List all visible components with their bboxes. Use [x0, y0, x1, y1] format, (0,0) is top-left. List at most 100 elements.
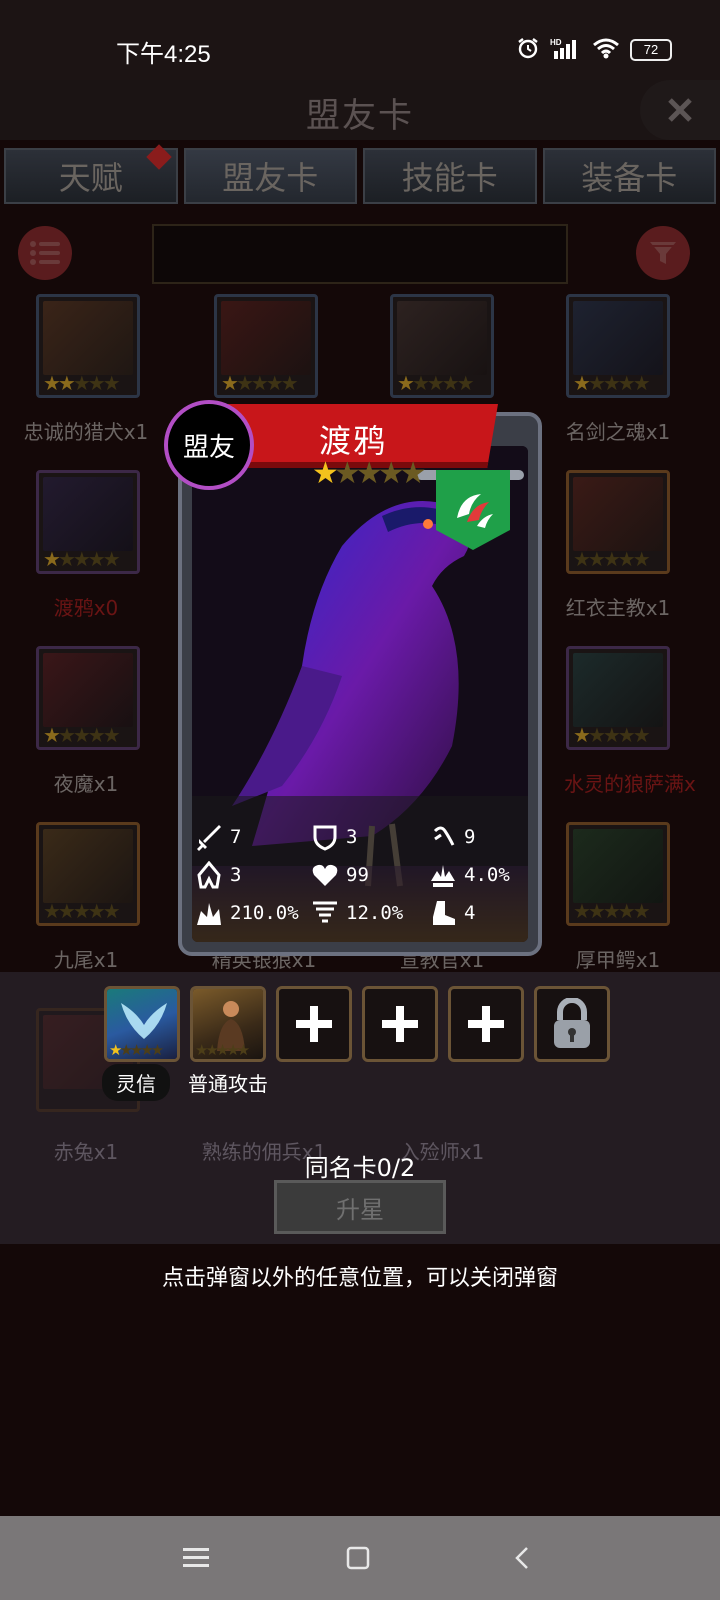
- card-armored-croc[interactable]: ★★★★★: [566, 822, 670, 926]
- card-knight[interactable]: ★★★★★: [390, 294, 494, 398]
- tab-equipment-cards[interactable]: 装备卡: [542, 148, 716, 204]
- list-icon: [30, 241, 60, 265]
- skill-stars: ★★★★★: [195, 1041, 250, 1059]
- back-icon: [515, 1547, 528, 1569]
- page-title: 盟友卡: [306, 96, 414, 136]
- boot-icon: [428, 898, 458, 928]
- tab-label: 装备卡: [581, 159, 678, 197]
- ally-type-badge: 盟友: [164, 400, 254, 490]
- tab-label: 技能卡: [401, 159, 498, 197]
- card-label: 水灵的狼萨满x: [564, 772, 696, 796]
- notification-badge: [145, 144, 172, 170]
- stat-defense: 3: [310, 822, 357, 852]
- card-stars: ★★★★★: [43, 371, 121, 395]
- card-label: 忠诚的猎犬x1: [23, 420, 149, 444]
- status-time: 下午4:25: [116, 41, 211, 68]
- home-icon: [346, 1546, 370, 1570]
- stats-panel: 7 3 9 3 99 4.0% 210.0% 12.0% 4: [190, 812, 530, 942]
- plus-icon: [468, 1006, 504, 1042]
- card-cardinal[interactable]: ★★★★★: [566, 470, 670, 574]
- stat-dodge: 9: [428, 822, 475, 852]
- stat-speed: 4: [428, 898, 475, 928]
- card-label: 渡鸦x0: [53, 596, 119, 620]
- card-stars: ★★★★★: [573, 547, 651, 571]
- status-icons: HD 72: [516, 36, 672, 64]
- stat-crit-rate: 4.0%: [428, 860, 510, 890]
- skill-label: 灵信: [102, 1064, 170, 1101]
- list-button[interactable]: [18, 226, 72, 280]
- card-stars: ★★★★★: [43, 723, 121, 747]
- card-stars: ★★★★★: [221, 371, 299, 395]
- card-wolf-shaman[interactable]: ★★★★★: [566, 646, 670, 750]
- card-raven[interactable]: ★★★★★: [36, 470, 140, 574]
- claw-icon: [457, 494, 493, 528]
- card-label: 夜魔x1: [53, 772, 119, 796]
- crit-damage-icon: [194, 898, 224, 928]
- ally-stars: ★★★★★: [312, 456, 427, 491]
- card-label: 名剑之魂x1: [565, 420, 671, 444]
- close-button[interactable]: [640, 80, 720, 140]
- page-header: 盟友卡: [0, 80, 720, 140]
- tab-ally-cards[interactable]: 盟友卡: [183, 148, 357, 204]
- filter-icon: [650, 242, 676, 264]
- system-nav-bar: [0, 1516, 720, 1600]
- card-stars: ★★★★★: [397, 371, 475, 395]
- plus-icon: [296, 1006, 332, 1042]
- card-stars: ★★★★★: [573, 371, 651, 395]
- menu-button[interactable]: [176, 1542, 216, 1574]
- alarm-icon: [516, 36, 540, 64]
- close-icon: [668, 98, 692, 122]
- lock-icon: [554, 998, 590, 1048]
- card-nine-tails[interactable]: ★★★★★: [36, 822, 140, 926]
- card-stars: ★★★★★: [43, 547, 121, 571]
- tab-skill-cards[interactable]: 技能卡: [363, 148, 537, 204]
- back-button[interactable]: [502, 1542, 542, 1574]
- card-label: 九尾x1: [53, 948, 119, 972]
- card-sword-soul[interactable]: ★★★★★: [566, 294, 670, 398]
- svg-text:HD: HD: [550, 38, 562, 47]
- card-label: 红衣主教x1: [565, 596, 671, 620]
- stat-attack: 7: [194, 822, 241, 852]
- stat-hood: 3: [194, 860, 241, 890]
- filter-button[interactable]: [636, 226, 690, 280]
- sword-icon: [194, 822, 224, 852]
- tab-label: 盟友卡: [222, 159, 319, 197]
- hd-signal-icon: HD: [550, 37, 582, 63]
- battery-icon: 72: [630, 39, 672, 61]
- home-button[interactable]: [338, 1542, 378, 1574]
- card-stars: ★★★★★: [573, 899, 651, 923]
- card-night-demon[interactable]: ★★★★★: [36, 646, 140, 750]
- wifi-icon: [592, 37, 620, 63]
- upgrade-star-button[interactable]: 升星: [274, 1180, 446, 1234]
- skill-stars: ★★★★★: [109, 1041, 164, 1059]
- empty-skill-slot[interactable]: [276, 986, 352, 1062]
- status-bar: 下午4:25 HD 72: [0, 0, 720, 90]
- dodge-icon: [428, 822, 458, 852]
- duplicate-count: 同名卡0/2: [304, 1154, 416, 1182]
- empty-skill-slot[interactable]: [448, 986, 524, 1062]
- empty-skill-slot[interactable]: [362, 986, 438, 1062]
- skill-label: 普通攻击: [188, 1072, 268, 1096]
- card-stars: ★★★★★: [573, 723, 651, 747]
- card-demon-mask[interactable]: ★★★★★: [214, 294, 318, 398]
- search-input[interactable]: [152, 224, 568, 284]
- locked-skill-slot[interactable]: [534, 986, 610, 1062]
- tab-bar: 天赋 盟友卡 技能卡 装备卡: [0, 144, 720, 206]
- stat-tornado: 12.0%: [310, 898, 403, 928]
- close-hint: 点击弹窗以外的任意位置，可以关闭弹窗: [161, 1266, 558, 1291]
- card-stars: ★★★★★: [43, 899, 121, 923]
- tornado-icon: [310, 898, 340, 928]
- skill-slot-spirit-messenger[interactable]: ★★★★★: [104, 986, 180, 1062]
- plus-icon: [382, 1006, 418, 1042]
- menu-icon: [183, 1548, 209, 1567]
- card-hound[interactable]: ★★★★★: [36, 294, 140, 398]
- tab-talent[interactable]: 天赋: [4, 144, 178, 204]
- shield-icon: [310, 822, 340, 852]
- heart-icon: [310, 860, 340, 890]
- crit-icon: [428, 860, 458, 890]
- skill-slot-basic-attack[interactable]: ★★★★★: [190, 986, 266, 1062]
- stat-crit-damage: 210.0%: [194, 898, 299, 928]
- hood-icon: [194, 860, 224, 890]
- stat-health: 99: [310, 860, 369, 890]
- tab-label: 天赋: [58, 159, 123, 197]
